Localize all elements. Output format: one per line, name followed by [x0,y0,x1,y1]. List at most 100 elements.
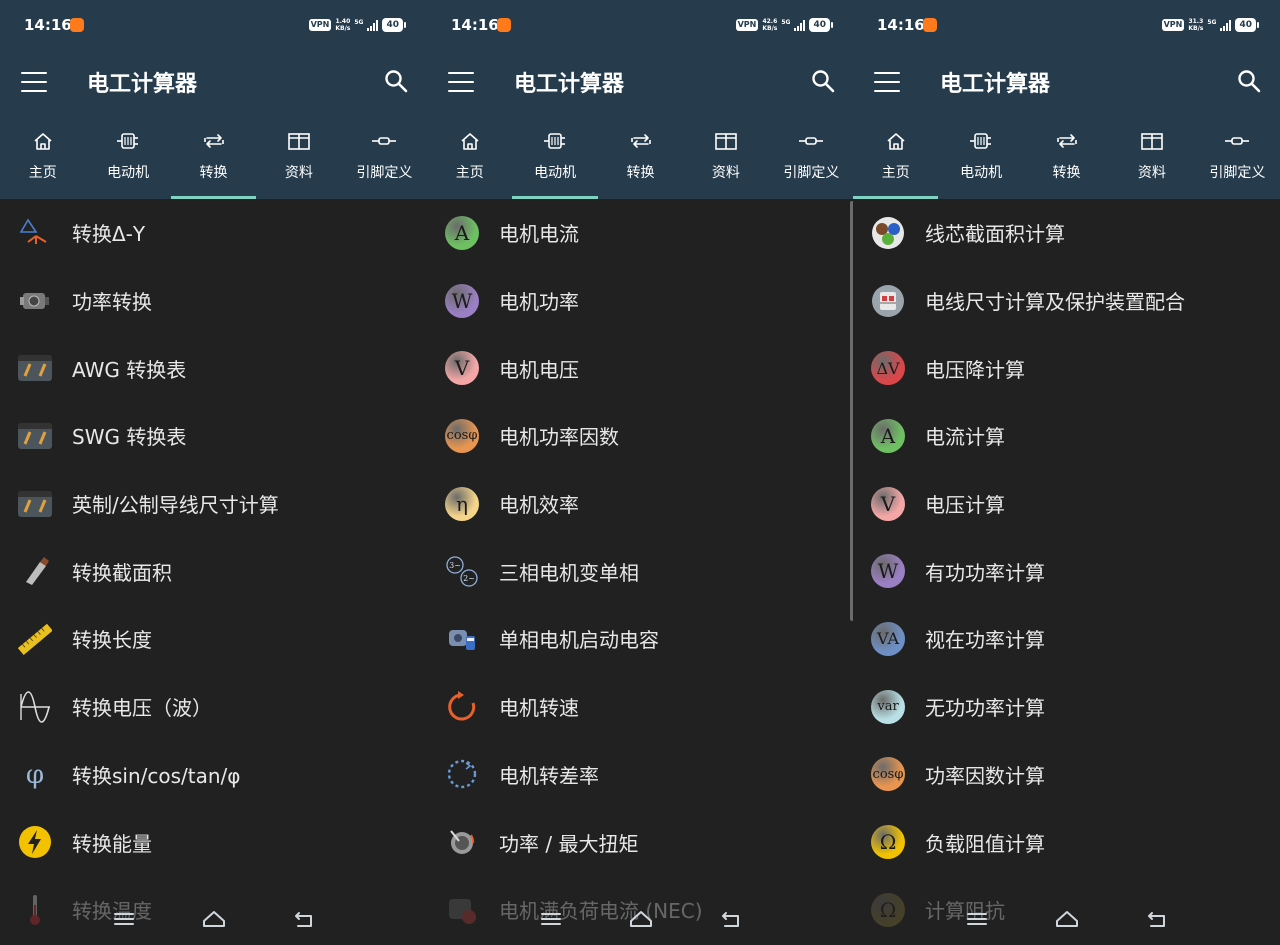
list-item[interactable]: cosφ 功率因数计算 [853,741,1280,809]
nav-back-icon[interactable] [716,907,746,931]
list-item-label: 转换电压（波） [72,696,212,721]
cable-cut-icon [18,554,52,588]
rotation-icon [445,690,479,724]
motor-icon [117,133,139,149]
list-item[interactable]: Ω 负载阻值计算 [853,808,1280,876]
app-header: 14:16 VPN 31.3 KB/s 5G 40 电工计算器 主页 电动机 转换 资料… [853,0,1280,199]
list-item[interactable]: 功率转换 [0,267,427,335]
list-item[interactable]: 转换Δ-Y [0,199,427,267]
system-nav-bar [853,893,1280,945]
list-item-label: 转换Δ-Y [72,222,146,247]
sine-wave-icon [18,690,52,724]
wire-core-icon [871,216,905,250]
symbol-3-icon: A [871,418,905,453]
tab-pinout[interactable]: 引脚定义 [342,120,427,199]
search-icon[interactable] [810,68,836,94]
svg-text:2~: 2~ [463,574,475,583]
list-item[interactable]: 转换能量 [0,808,427,876]
svg-text:3~: 3~ [449,561,461,570]
list-item[interactable]: cosφ 电机功率因数 [427,402,854,470]
list-item[interactable]: 电线尺寸计算及保护装置配合 [853,267,1280,335]
panel-home: 14:16 VPN 31.3 KB/s 5G 40 电工计算器 主页 电动机 转换 资料… [853,0,1280,945]
tab-home[interactable]: 主页 [427,120,512,199]
status-bar: 14:16 VPN 31.3 KB/s 5G 40 [853,0,1280,50]
symbol-2-icon: ΔV [871,351,905,386]
list-item[interactable]: φ 转换sin/cos/tan/φ [0,741,427,809]
symbol-5-icon: W [871,554,905,589]
list-item-label: 英制/公制导线尺寸计算 [72,493,279,518]
book-icon [1141,133,1163,150]
tab-label: 主页 [455,165,484,181]
symbol-1-icon: W [445,283,479,318]
vpn-icon: VPN [308,19,332,31]
list-item-label: 转换能量 [72,831,152,856]
menu-icon[interactable] [21,70,47,94]
list-item[interactable]: AWG 转换表 [0,334,427,402]
list-item-label: 电机电压 [499,357,579,382]
tab-bar: 主页 电动机 转换 资料 引脚定义 [0,120,427,199]
phase-convert-icon: 3~ 2~ [445,554,479,588]
list-item[interactable]: 功率 / 最大扭矩 [427,808,854,876]
tab-reference[interactable]: 资料 [1109,120,1194,199]
list-item[interactable]: ΔV 电压降计算 [853,334,1280,402]
list-item[interactable]: V 电机电压 [427,334,854,402]
tab-home[interactable]: 主页 [853,120,939,199]
panel-motor: 14:16 VPN 42.6 KB/s 5G 40 电工计算器 主页 电动机 转换 资料… [427,0,854,945]
home-icon [34,133,52,150]
tab-pinout[interactable]: 引脚定义 [1195,120,1280,199]
list-item[interactable]: V 电压计算 [853,470,1280,538]
menu-icon[interactable] [874,70,900,94]
nav-home-icon[interactable] [199,907,229,931]
nav-back-icon[interactable] [289,907,319,931]
tab-reference[interactable]: 资料 [683,120,768,199]
symbol-8-icon: cosφ [871,757,905,792]
list-item[interactable]: η 电机效率 [427,470,854,538]
tab-pinout[interactable]: 引脚定义 [769,120,854,199]
nav-back-icon[interactable] [1142,907,1172,931]
tab-motor[interactable]: 电动机 [85,120,170,199]
tab-motor[interactable]: 电动机 [512,120,599,199]
list-item-label: 功率转换 [72,290,152,315]
nav-menu-icon[interactable] [109,907,139,931]
list-item[interactable]: SWG 转换表 [0,402,427,470]
list-item[interactable]: A 电机电流 [427,199,854,267]
tab-conversion[interactable]: 转换 [1024,120,1109,199]
nav-menu-icon[interactable] [962,907,992,931]
list-item[interactable]: var 无功功率计算 [853,673,1280,741]
nav-menu-icon[interactable] [536,907,566,931]
app-header: 14:16 VPN 1.40 KB/s 5G 40 电工计算器 主页 电动机 转换 资料… [0,0,427,199]
list-item[interactable]: W 电机功率 [427,267,854,335]
list-item[interactable]: 单相电机启动电容 [427,605,854,673]
network-speed: 42.6 KB/s [762,18,778,32]
ruler-icon [18,622,52,656]
list-item[interactable]: 电机转速 [427,673,854,741]
nav-home-icon[interactable] [626,907,656,931]
list-item[interactable]: W 有功功率计算 [853,537,1280,605]
battery-icon: 40 [1235,18,1259,32]
symbol-9-icon: Ω [871,825,905,860]
list-item[interactable]: 转换截面积 [0,537,427,605]
search-icon[interactable] [383,68,409,94]
home-icon [887,133,905,150]
tab-home[interactable]: 主页 [0,120,85,199]
search-icon[interactable] [1236,68,1262,94]
tab-conversion[interactable]: 转换 [170,120,257,199]
list-item[interactable]: 转换电压（波） [0,673,427,741]
nav-home-icon[interactable] [1052,907,1082,931]
tab-motor[interactable]: 电动机 [938,120,1023,199]
symbol-4-icon: V [871,486,905,521]
network-type: 5G [354,18,364,26]
list-item[interactable]: 线芯截面积计算 [853,199,1280,267]
list-item[interactable]: VA 视在功率计算 [853,605,1280,673]
list-item[interactable]: A 电流计算 [853,402,1280,470]
list-item[interactable]: 英制/公制导线尺寸计算 [0,470,427,538]
tab-label: 引脚定义 [1209,165,1266,181]
list-item[interactable]: 转换长度 [0,605,427,673]
tab-label: 资料 [711,165,740,181]
list-item[interactable]: 电机转差率 [427,741,854,809]
tab-conversion[interactable]: 转换 [598,120,683,199]
signal-icon [794,19,806,31]
menu-icon[interactable] [448,70,474,94]
tab-reference[interactable]: 资料 [256,120,341,199]
list-item[interactable]: 3~ 2~ 三相电机变单相 [427,537,854,605]
